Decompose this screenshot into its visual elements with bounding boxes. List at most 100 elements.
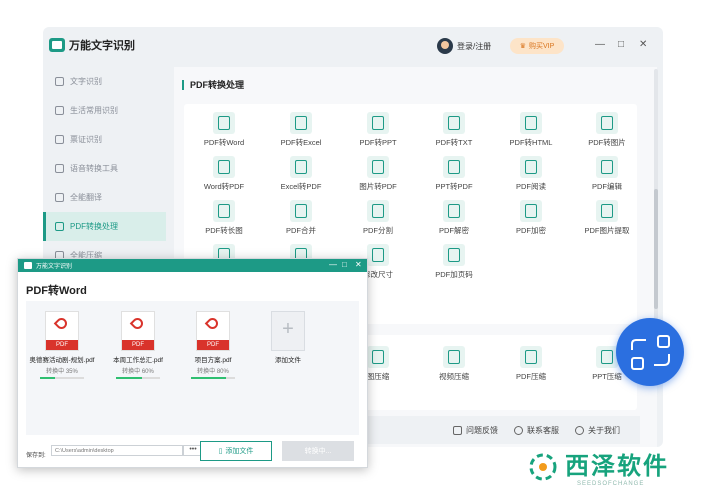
progress-fill: [40, 377, 56, 379]
tool-item[interactable]: PDF加密: [493, 200, 569, 236]
conversion-dialog: 万能文字识别 — □ ✕ PDF转Word PDF 奥德赛活动剧-规划.pdf …: [17, 258, 368, 468]
tool-item[interactable]: PDF编辑: [569, 156, 645, 192]
document-convert-icon: [290, 200, 312, 222]
compress-tool-label: 视频压缩: [439, 372, 469, 381]
document-convert-icon: [213, 200, 235, 222]
tool-item[interactable]: PDF转HTML: [493, 112, 569, 148]
scrollbar-thumb[interactable]: [654, 189, 658, 309]
dialog-minimize-icon[interactable]: —: [329, 260, 337, 269]
document-convert-icon: [443, 200, 465, 222]
document-convert-icon: [290, 112, 312, 134]
tool-label: PDF合并: [286, 226, 316, 235]
tool-label: Excel转PDF: [280, 182, 322, 191]
translate-icon: [55, 193, 64, 202]
save-path-input[interactable]: C:\Users\admin\desktop: [51, 445, 183, 456]
tool-label: PDF加页码: [435, 270, 473, 279]
compress-tool-item[interactable]: PDF压缩: [493, 346, 569, 382]
tool-label: PDF阅读: [516, 182, 546, 191]
info-icon: [575, 425, 584, 435]
sidebar-item-life-ocr[interactable]: 生活常用识别: [43, 96, 166, 125]
close-icon[interactable]: ✕: [639, 39, 647, 50]
file-item[interactable]: PDF 本周工作总汇.pdf 转换中 60%: [103, 311, 173, 379]
tool-label: PDF图片提取: [584, 226, 630, 235]
tool-item[interactable]: PDF转TXT: [416, 112, 492, 148]
ticket-icon: [55, 135, 64, 144]
document-convert-icon: [520, 156, 542, 178]
voice-icon: [55, 164, 64, 173]
dialog-titlebar: 万能文字识别 — □ ✕: [18, 259, 367, 272]
tool-item[interactable]: Word转PDF: [186, 156, 262, 192]
minimize-icon[interactable]: —: [595, 39, 605, 50]
compress-icon: [596, 346, 618, 368]
tool-item[interactable]: PDF图片提取: [569, 200, 645, 236]
feedback-link[interactable]: 问题反馈: [453, 425, 498, 436]
file-status: 转换中 80%: [197, 369, 229, 375]
sidebar-item-voice[interactable]: 语音转换工具: [43, 154, 166, 183]
tool-item[interactable]: PDF转图片: [569, 112, 645, 148]
add-file-tile[interactable]: 添加文件: [253, 311, 323, 364]
tool-item[interactable]: PDF转PPT: [340, 112, 416, 148]
tool-label: PDF转HTML: [509, 138, 553, 147]
sidebar-item-translate[interactable]: 全能翻译: [43, 183, 166, 212]
add-file-button[interactable]: ▯ 添加文件: [200, 441, 272, 461]
dialog-close-icon[interactable]: ✕: [355, 260, 362, 269]
watermark-logo-icon: [529, 453, 557, 481]
file-item[interactable]: PDF 奥德赛活动剧-规划.pdf 转换中 35%: [27, 311, 97, 379]
sidebar-menu: 文字识别 生活常用识别 票证识别 语音转换工具 全能翻译 PDF转换处理 全能压…: [43, 67, 166, 270]
about-link[interactable]: 关于我们: [575, 425, 620, 436]
file-name: 项目方案.pdf: [194, 357, 232, 364]
tool-item[interactable]: PDF分割: [340, 200, 416, 236]
tool-label: PDF转Word: [203, 138, 245, 147]
tool-item[interactable]: PPT转PDF: [416, 156, 492, 192]
progress-bar: [116, 377, 160, 379]
tool-item[interactable]: PDF合并: [263, 200, 339, 236]
document-convert-icon: [520, 112, 542, 134]
watermark-name: 西泽软件: [565, 453, 669, 480]
tool-item[interactable]: PDF转Excel: [263, 112, 339, 148]
crown-icon: ♛: [519, 43, 526, 50]
service-link[interactable]: 联系客服: [514, 425, 559, 436]
start-convert-button[interactable]: 转换中...: [282, 441, 354, 461]
sidebar-item-pdf[interactable]: PDF转换处理: [43, 212, 166, 241]
file-name: 本周工作总汇.pdf: [113, 357, 163, 364]
tool-item[interactable]: PDF解密: [416, 200, 492, 236]
file-status: 转换中 60%: [122, 369, 154, 375]
headset-icon: [514, 425, 523, 435]
tool-item[interactable]: PDF转Word: [186, 112, 262, 148]
tool-label: PDF编辑: [592, 182, 622, 191]
document-convert-icon: [367, 112, 389, 134]
sidebar-item-text-ocr[interactable]: 文字识别: [43, 67, 166, 96]
floating-scan-button[interactable]: [616, 318, 684, 386]
scrollbar[interactable]: [654, 69, 658, 329]
compress-tool-item[interactable]: 视频压缩: [416, 346, 492, 382]
tool-item[interactable]: Excel转PDF: [263, 156, 339, 192]
file-name: 奥德赛活动剧-规划.pdf: [29, 357, 95, 364]
login-button[interactable]: 登录/注册: [437, 38, 491, 54]
tool-item[interactable]: PDF转长图: [186, 200, 262, 236]
dialog-maximize-icon[interactable]: □: [342, 260, 347, 269]
convert-arrows-icon: [631, 335, 670, 370]
tool-item[interactable]: 图片转PDF: [340, 156, 416, 192]
tool-label: PDF转长图: [205, 226, 243, 235]
tool-label: PPT转PDF: [435, 182, 473, 191]
tool-label: Word转PDF: [203, 182, 245, 191]
tool-label: PDF转Excel: [280, 138, 322, 147]
app-logo: 万能文字识别: [49, 37, 135, 53]
tool-label: PDF加密: [516, 226, 546, 235]
document-convert-icon: [213, 112, 235, 134]
app-mini-icon: [24, 262, 32, 269]
file-item[interactable]: PDF 项目方案.pdf 转换中 80%: [178, 311, 248, 379]
pdf-file-icon: PDF: [45, 311, 79, 351]
tool-item[interactable]: PDF阅读: [493, 156, 569, 192]
buy-vip-button[interactable]: ♛ 购买VIP: [510, 38, 564, 54]
text-icon: [55, 77, 64, 86]
compress-icon: [443, 346, 465, 368]
save-path-label: 保存到:: [26, 453, 46, 459]
file-list: PDF 奥德赛活动剧-规划.pdf 转换中 35% PDF 本周工作总汇.pdf…: [26, 301, 359, 435]
sidebar-item-ticket-ocr[interactable]: 票证识别: [43, 125, 166, 154]
maximize-icon[interactable]: □: [618, 39, 624, 50]
avatar: [437, 38, 453, 54]
tool-item[interactable]: PDF加页码: [416, 244, 492, 280]
progress-bar: [191, 377, 235, 379]
tool-label: PDF转TXT: [435, 138, 473, 147]
